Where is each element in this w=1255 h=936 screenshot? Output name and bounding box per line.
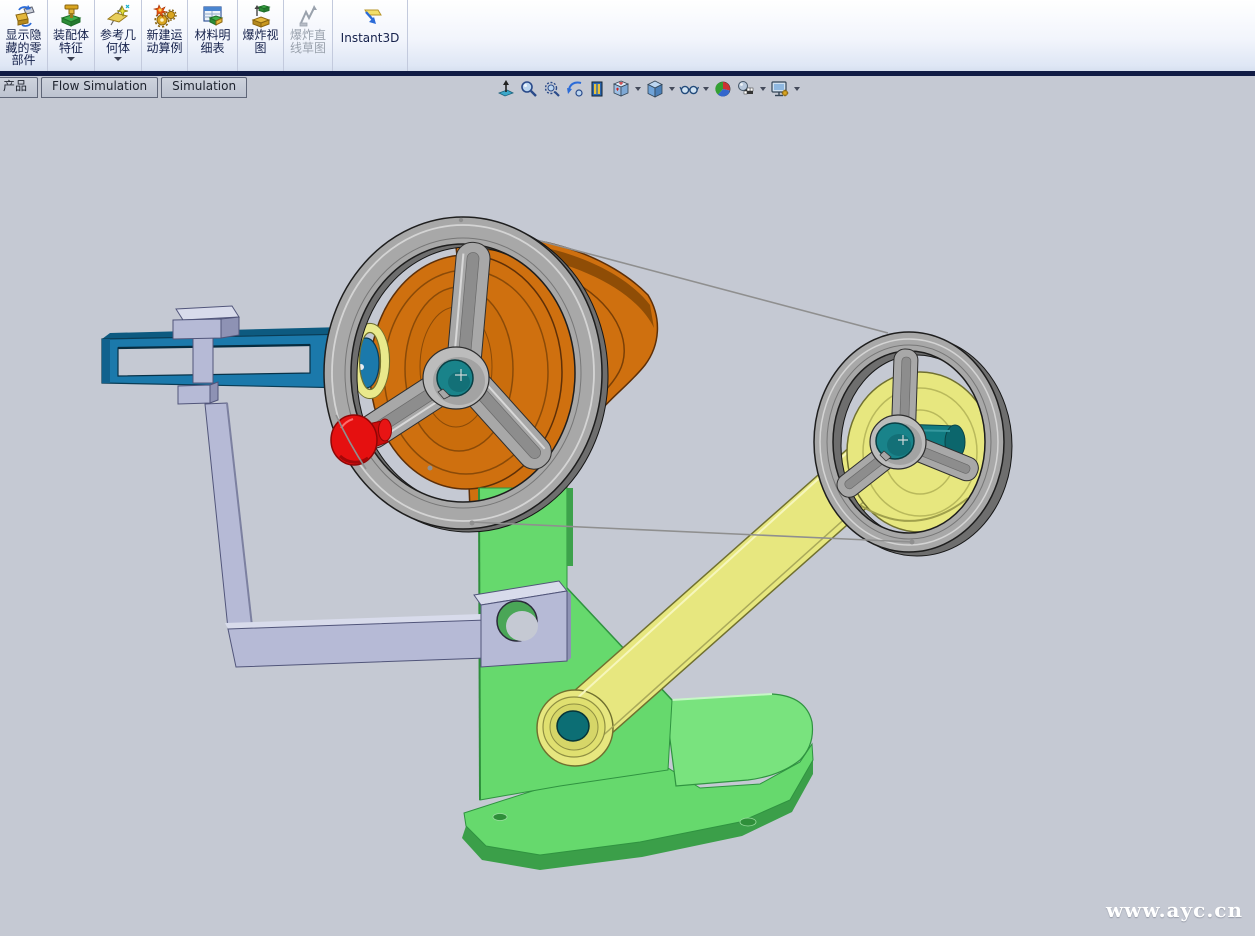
show-hidden-components-button[interactable]: 显示隐 藏的零 部件 xyxy=(0,0,48,71)
tab-simulation[interactable]: Simulation xyxy=(161,77,247,98)
crank-pin[interactable] xyxy=(557,711,589,741)
commandmanager-tabs: 产品 Flow Simulation Simulation xyxy=(0,77,247,98)
command-toolbar: 显示隐 藏的零 部件 装配体 特征 参考几 何体 xyxy=(0,0,1255,76)
small-pulley-assembly[interactable] xyxy=(814,332,1012,556)
dropdown-arrow-icon[interactable] xyxy=(635,87,641,91)
reference-geometry-icon xyxy=(105,3,131,29)
dropdown-arrow-icon[interactable] xyxy=(114,57,122,61)
zoom-to-area-icon[interactable] xyxy=(519,79,539,99)
motor-housing[interactable] xyxy=(370,236,657,522)
belt-tangent-point xyxy=(910,540,915,545)
button-label: 特征 xyxy=(59,42,83,55)
base-bolt-hole xyxy=(740,818,756,826)
button-label: 动算例 xyxy=(146,42,182,55)
knob-head xyxy=(331,415,377,465)
rotate-view-icon[interactable] xyxy=(565,79,585,99)
display-style-icon[interactable] xyxy=(645,79,665,99)
button-label: 参考几 xyxy=(100,29,136,42)
tab-flow-simulation[interactable]: Flow Simulation xyxy=(41,77,158,98)
instant3d-button[interactable]: Instant3D xyxy=(333,0,408,71)
belt-tangent-point xyxy=(470,521,475,526)
belt-tangent-point xyxy=(459,218,463,222)
button-label: 图 xyxy=(254,42,266,55)
clamp-block-front xyxy=(178,385,210,404)
explode-line-sketch-button[interactable]: 爆炸直 线草图 xyxy=(284,0,333,71)
apply-scene-icon[interactable] xyxy=(736,79,756,99)
watermark: www.ayc.cn xyxy=(1106,898,1243,922)
button-label: 装配体 xyxy=(53,29,89,42)
view-settings-icon[interactable] xyxy=(770,79,790,99)
exploded-view-icon xyxy=(248,3,274,29)
bill-of-materials-icon xyxy=(200,3,226,29)
new-motion-study-button[interactable]: 新建运 动算例 xyxy=(142,0,188,71)
previous-view-icon[interactable] xyxy=(542,79,562,99)
exploded-view-button[interactable]: 爆炸视 图 xyxy=(238,0,284,71)
slider-block-front xyxy=(173,319,221,339)
button-label: 爆炸直 xyxy=(290,29,326,42)
show-hidden-components-icon xyxy=(11,3,37,29)
tab-products[interactable]: 产品 xyxy=(0,77,38,98)
frame-end-cap xyxy=(102,339,110,383)
frame-slot xyxy=(118,345,310,376)
new-motion-study-icon xyxy=(152,3,178,29)
base-bolt-hole xyxy=(493,814,507,821)
instant3d-icon xyxy=(357,6,383,32)
reference-geometry-button[interactable]: 参考几 何体 xyxy=(95,0,142,71)
button-label: 材料明 xyxy=(194,29,230,42)
hide-show-items-icon[interactable] xyxy=(679,79,699,99)
dropdown-arrow-icon[interactable] xyxy=(67,57,75,61)
button-label: 显示隐 xyxy=(5,29,41,42)
button-label: 何体 xyxy=(106,42,130,55)
button-label: 部件 xyxy=(11,54,35,67)
clamp-block-side xyxy=(210,382,218,403)
button-label: Instant3D xyxy=(341,32,400,45)
link-vertical-bar xyxy=(205,403,252,629)
dropdown-arrow-icon[interactable] xyxy=(669,87,675,91)
dropdown-arrow-icon[interactable] xyxy=(794,87,800,91)
edit-appearance-icon[interactable] xyxy=(713,79,733,99)
section-view-icon[interactable] xyxy=(588,79,608,99)
explode-line-sketch-icon xyxy=(295,3,321,29)
heads-up-view-toolbar xyxy=(496,78,801,100)
button-label: 细表 xyxy=(200,42,224,55)
graphics-area[interactable] xyxy=(0,0,1255,936)
zoom-to-fit-icon[interactable] xyxy=(496,79,516,99)
knob-stem-cap xyxy=(379,419,392,441)
assembly-features-icon xyxy=(58,3,84,29)
button-label: 线草图 xyxy=(290,42,326,55)
button-label: 爆炸视 xyxy=(242,29,278,42)
end-block-hole-through xyxy=(506,611,538,641)
slider-web xyxy=(193,336,213,383)
button-label: 新建运 xyxy=(146,29,182,42)
slider-block-side xyxy=(221,317,239,338)
assembly-features-button[interactable]: 装配体 特征 xyxy=(48,0,95,71)
sketch-point xyxy=(428,466,433,471)
end-block-side xyxy=(567,591,571,661)
view-orientation-icon[interactable] xyxy=(611,79,631,99)
bill-of-materials-button[interactable]: 材料明 细表 xyxy=(188,0,238,71)
dropdown-arrow-icon[interactable] xyxy=(760,87,766,91)
dropdown-arrow-icon[interactable] xyxy=(703,87,709,91)
